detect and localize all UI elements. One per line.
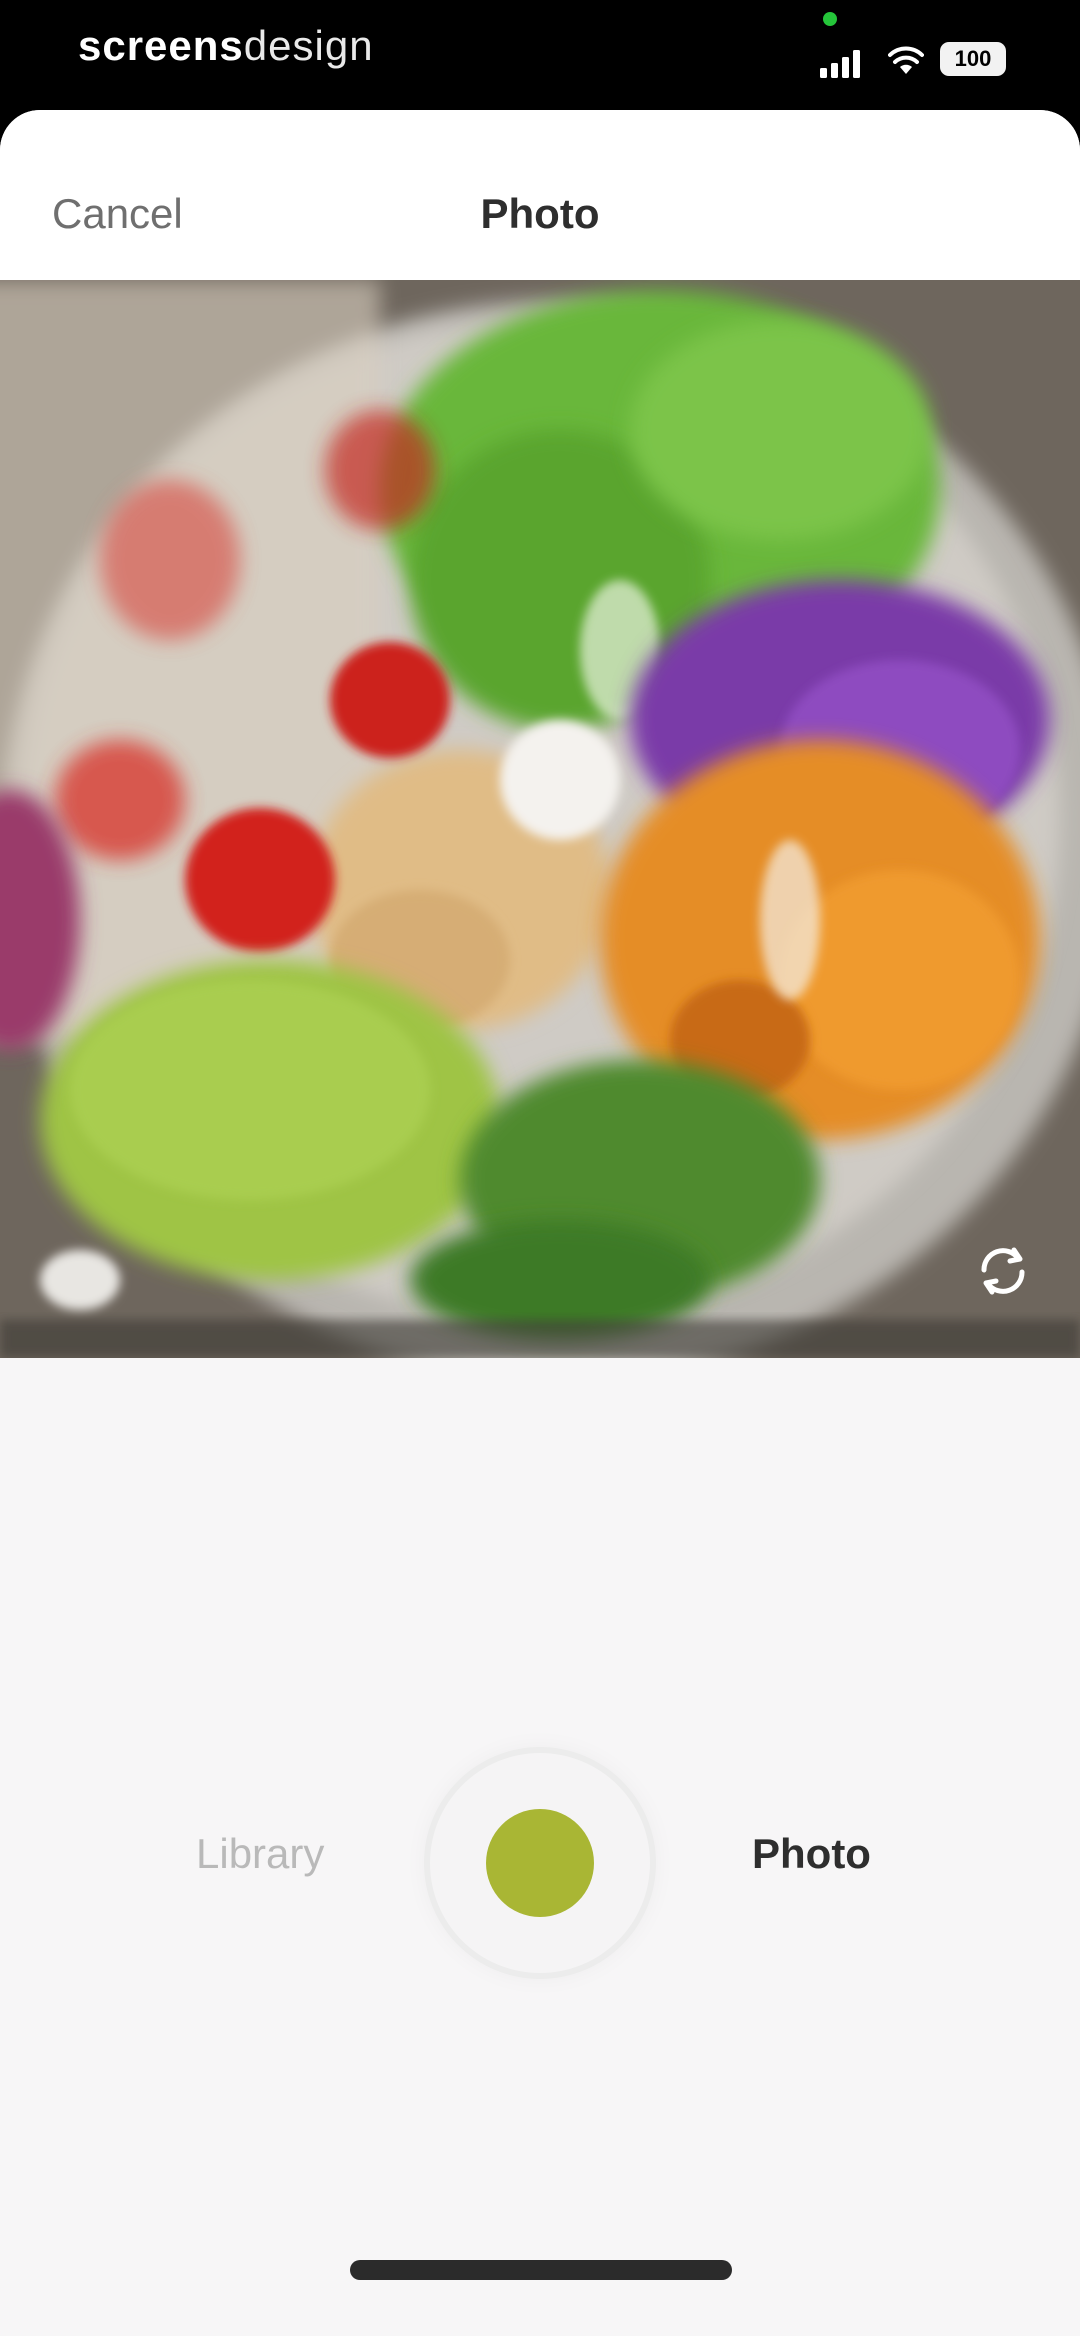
carrier-light: design (243, 22, 374, 69)
carrier-label: screensdesign (78, 22, 374, 70)
mode-tabs: Library Photo (0, 1830, 1080, 1910)
photo-sheet: Cancel Photo Library Photo (0, 110, 1080, 2336)
camera-screen: screensdesign 100 Cancel Photo Library P… (0, 0, 1080, 2336)
salad-bowl-image (0, 280, 1080, 1358)
flip-camera-icon[interactable] (968, 1236, 1038, 1306)
page-title: Photo (480, 190, 600, 237)
status-bar: screensdesign 100 (0, 0, 1080, 110)
cellular-signal-icon (820, 50, 860, 78)
wifi-icon (888, 46, 924, 74)
carrier-bold: screens (78, 22, 244, 69)
tab-library[interactable]: Library (196, 1830, 324, 1878)
battery-icon: 100 (940, 42, 1006, 76)
tab-photo[interactable]: Photo (752, 1830, 871, 1878)
camera-preview[interactable] (0, 280, 1080, 1358)
camera-in-use-indicator (823, 12, 837, 26)
sheet-header: Cancel Photo (0, 110, 1080, 280)
home-indicator[interactable] (350, 2260, 732, 2280)
